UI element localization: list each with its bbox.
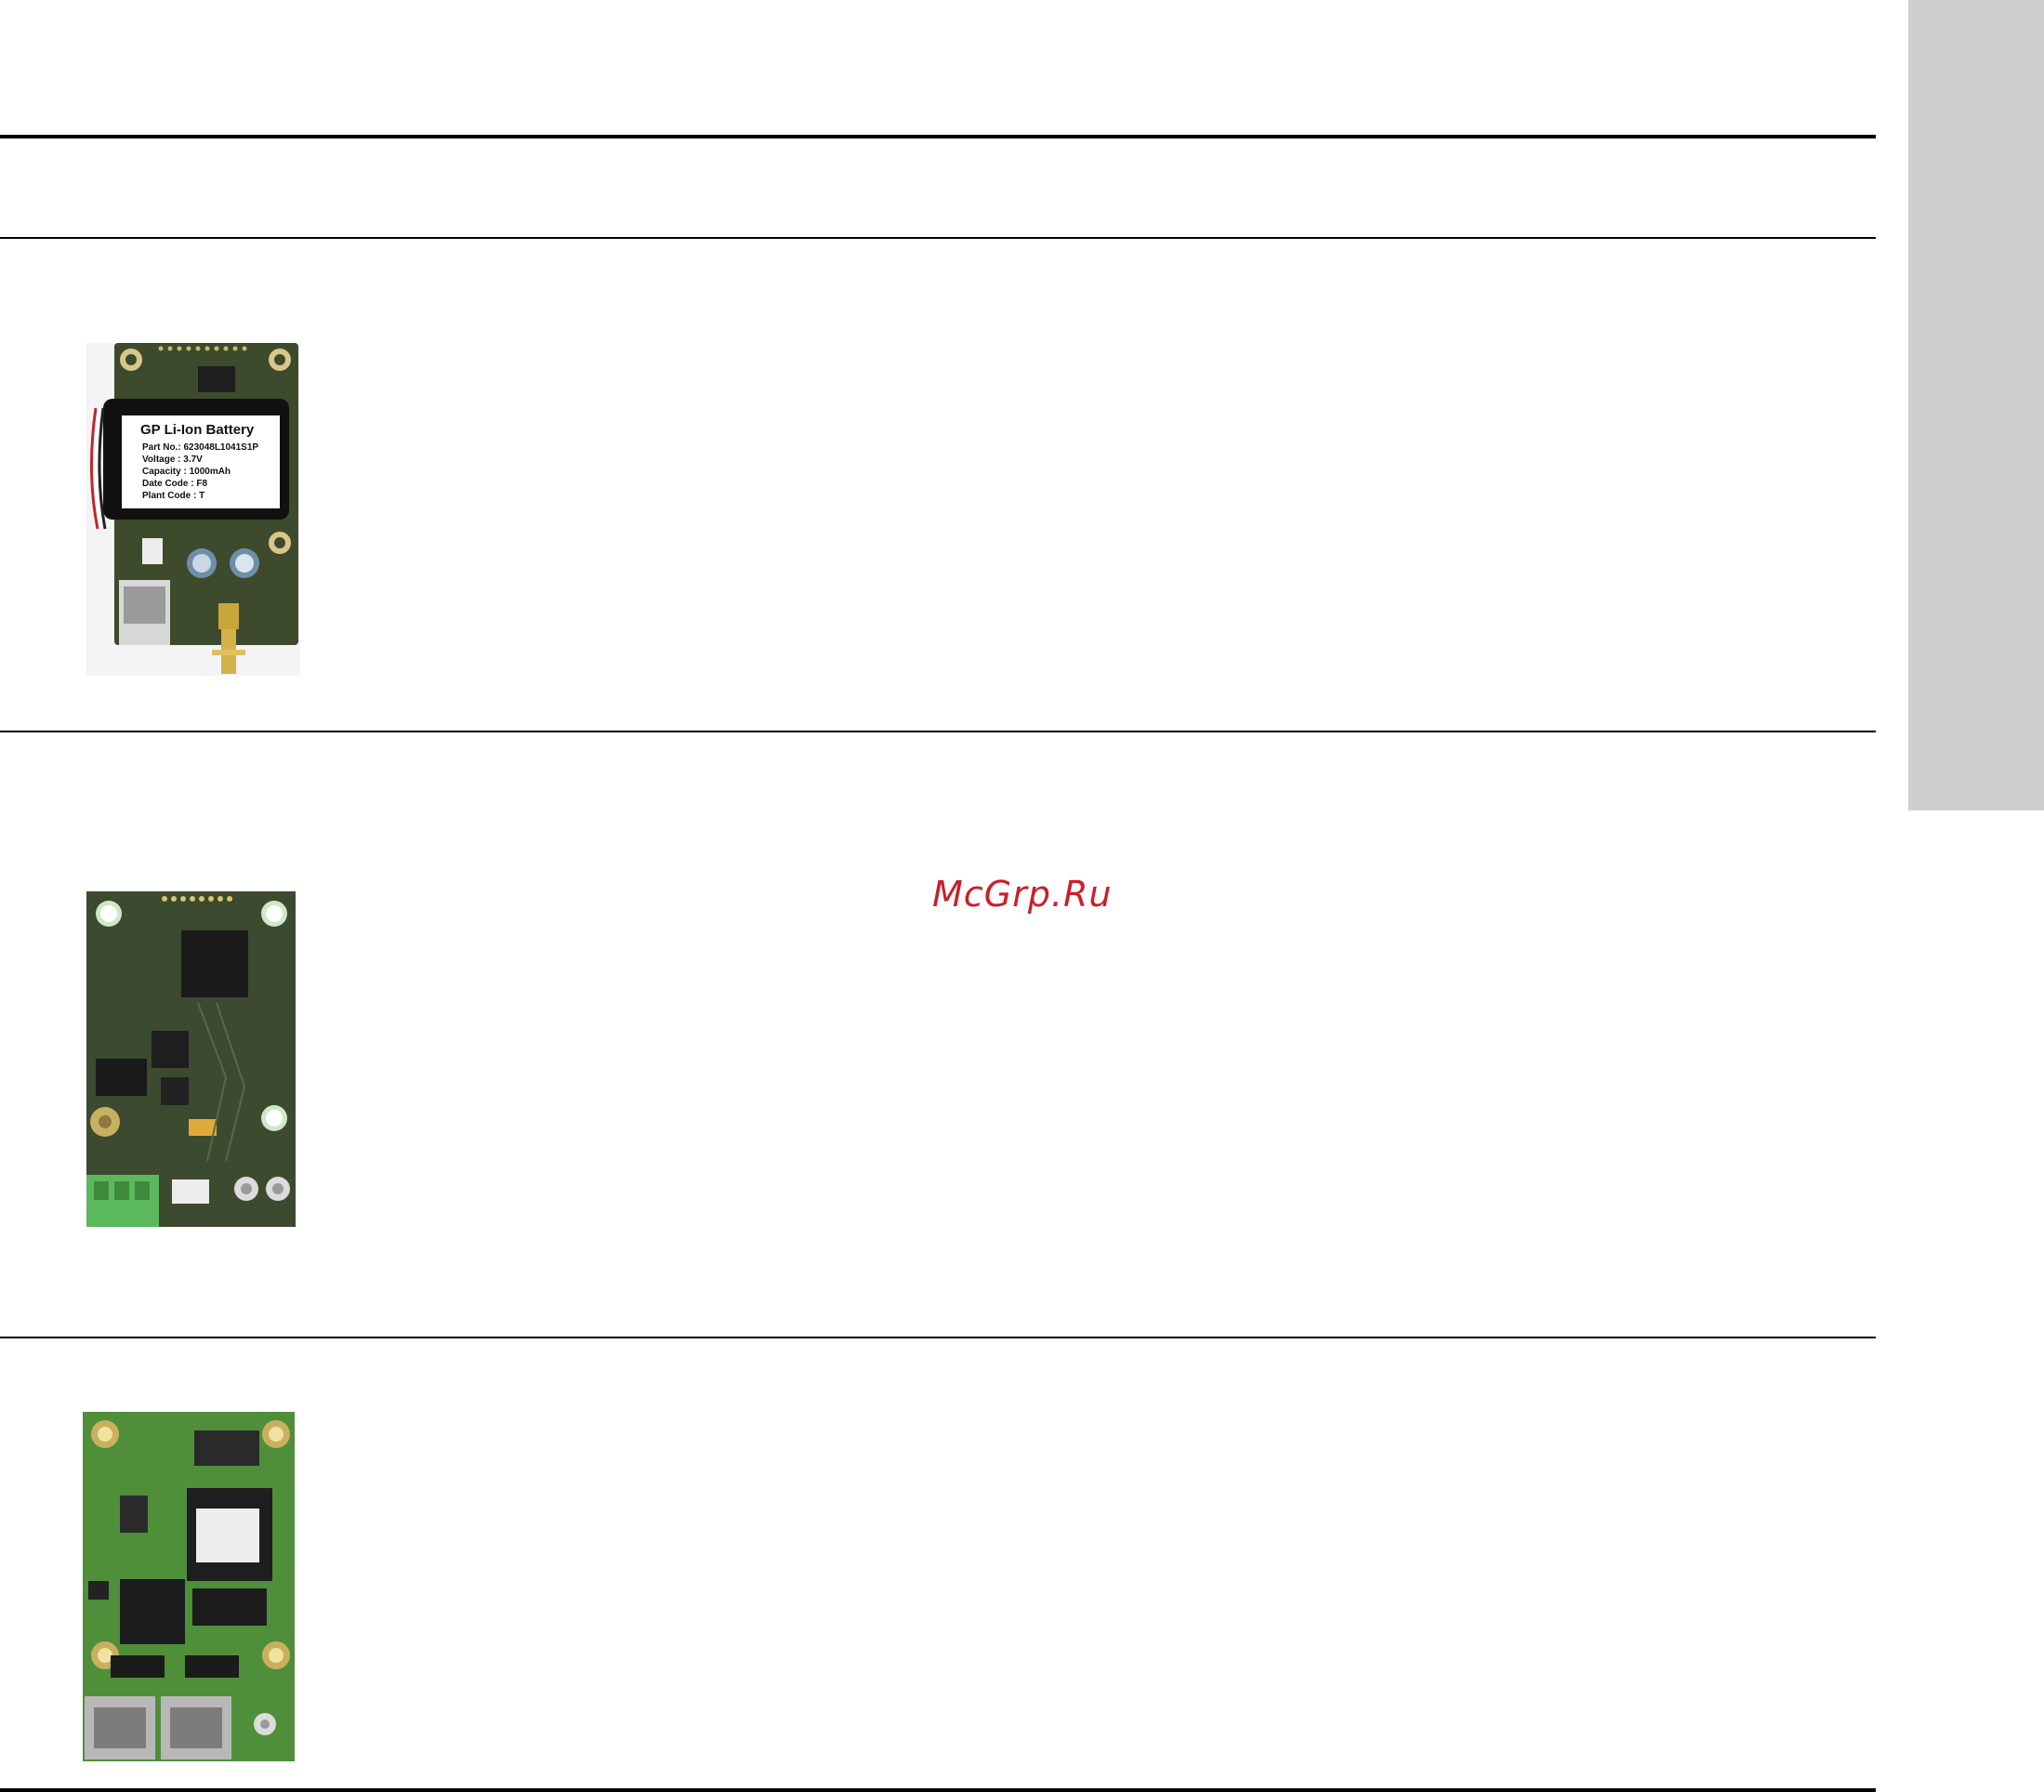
watermark: McGrp.Ru (932, 874, 1113, 915)
battery-module-photo: GP Li-Ion Battery Part No.: 623048L1041S… (86, 343, 300, 676)
svg-text:Capacity : 1000mAh: Capacity : 1000mAh (142, 467, 231, 477)
section-divider-2 (0, 1337, 1876, 1338)
battery-title: GP Li-Ion Battery (140, 422, 255, 438)
header-rule-bottom (0, 237, 1876, 239)
svg-text:Voltage : 3.7V: Voltage : 3.7V (142, 455, 203, 465)
chapter-side-tab (1908, 0, 2044, 810)
section-divider-1 (0, 731, 1876, 732)
fieldbus-module-photo (86, 891, 296, 1227)
svg-text:Date Code : F8: Date Code : F8 (142, 479, 207, 489)
footer-rule (0, 1788, 1876, 1792)
svg-text:Part No.: 623048L1041S1P: Part No.: 623048L1041S1P (142, 442, 258, 453)
header-rule-top (0, 135, 1876, 138)
svg-text:Plant Code : T: Plant Code : T (142, 491, 204, 501)
ethernet-module-photo (83, 1412, 295, 1761)
